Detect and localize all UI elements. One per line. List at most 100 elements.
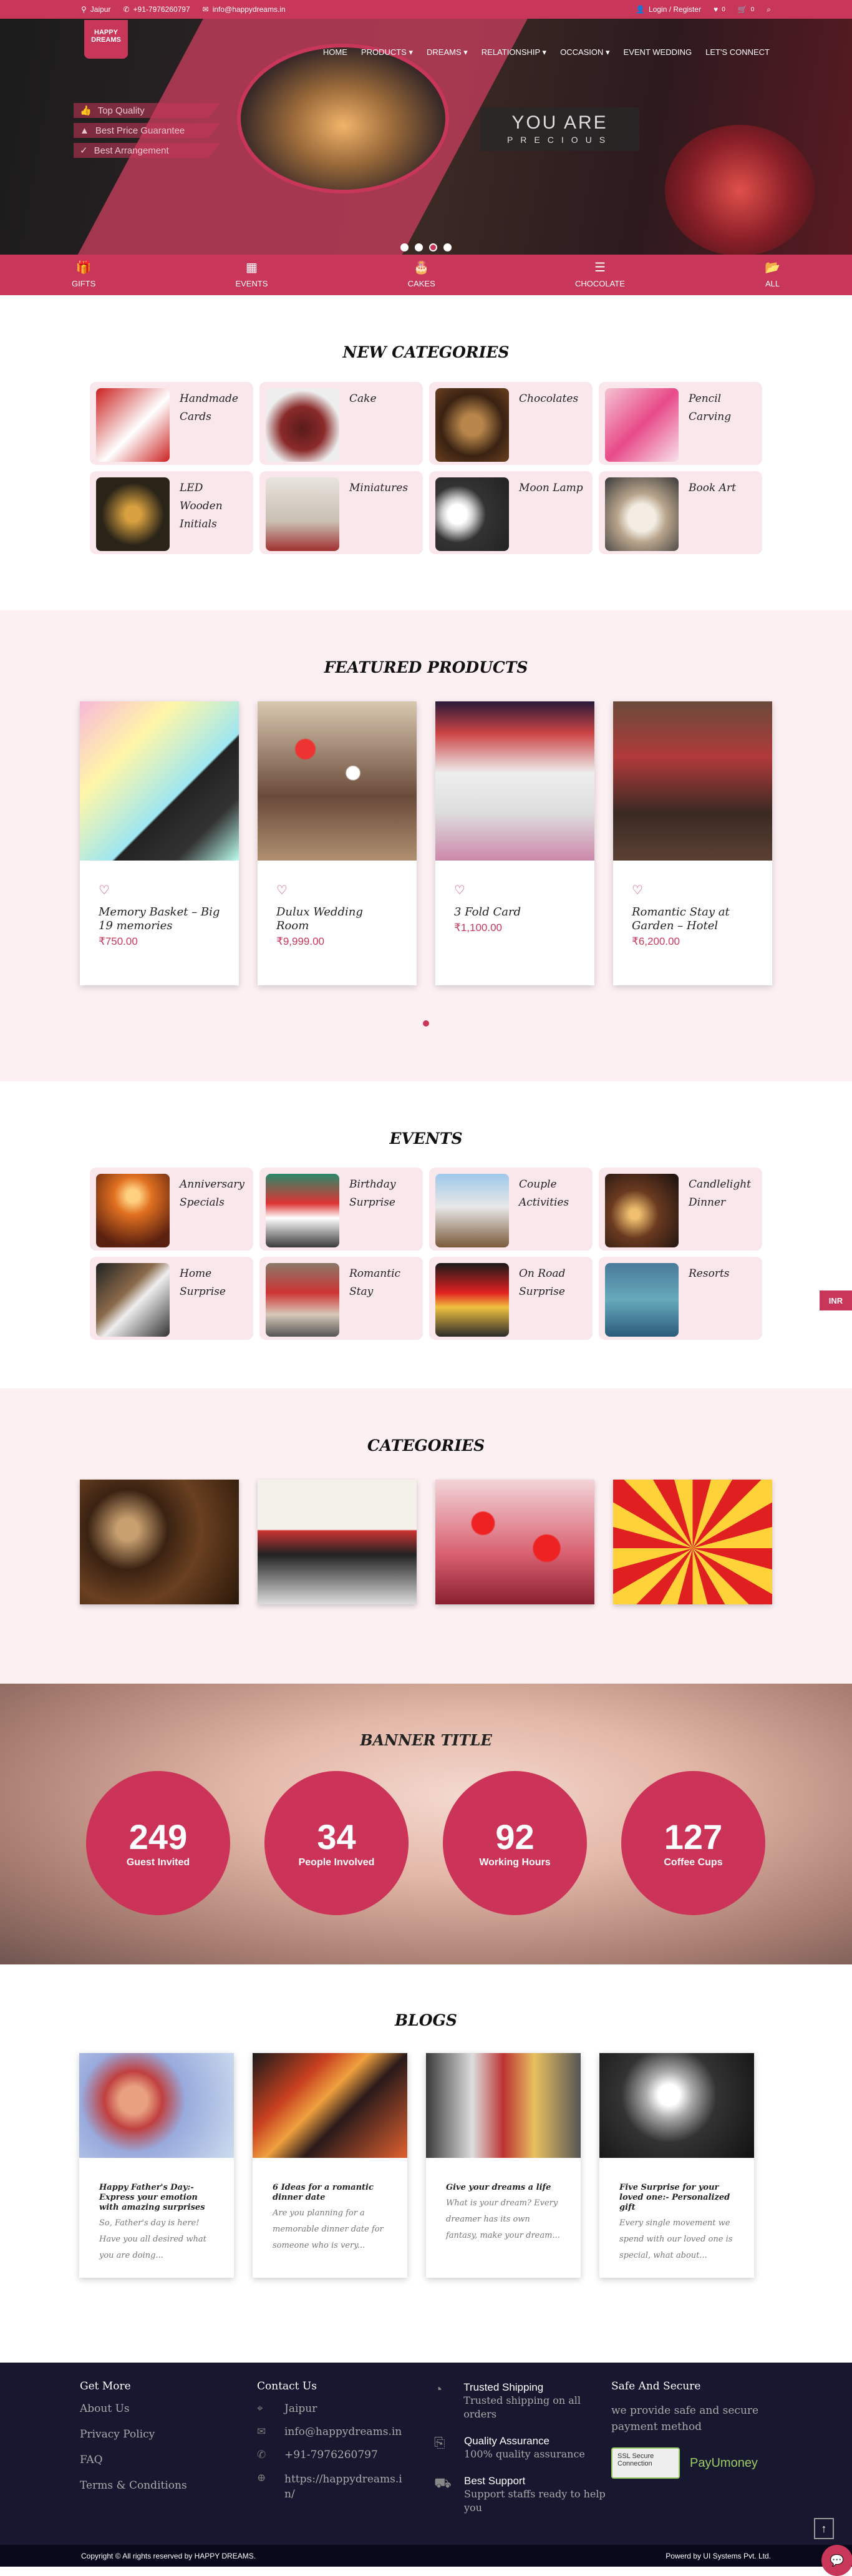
category-tile-balloons[interactable] [435,1480,594,1604]
nav-relationship[interactable]: RELATIONSHIP ▾ [482,47,546,57]
service-desc: Support staffs ready to help you [464,2488,606,2514]
product-image [613,701,772,861]
blog-image [79,2053,234,2158]
contact-phone[interactable]: +91-7976260797 [284,2449,378,2461]
event-card[interactable]: Candlelight Dinner [599,1168,762,1251]
category-name: Chocolates [519,393,579,405]
event-name: Birthday Surprise [349,1178,396,1209]
slider-dot[interactable] [415,243,423,251]
slider-dot[interactable] [400,243,409,251]
truck-icon: ⛟ [434,2475,452,2491]
category-card[interactable]: Chocolates [429,382,593,465]
map-pin-icon: ⚲ [81,5,87,14]
nav-relationship-label: RELATIONSHIP [481,47,540,57]
hero-slider[interactable]: HAPPY DREAMS HOME PRODUCTS ▾ DREAMS ▾ RE… [0,19,852,255]
category-tile-surprise[interactable] [613,1480,772,1604]
event-name: Candlelight Dinner [689,1178,752,1209]
blog-excerpt: What is your dream? Every dreamer has it… [446,2198,560,2240]
product-name: Romantic Stay at Garden – Hotel [632,905,730,932]
category-card[interactable]: Cake [259,382,423,465]
event-card[interactable]: Couple Activities [429,1168,593,1251]
copyright-text: Copyright © All rights reserved by HAPPY… [81,2551,256,2560]
nav-connect[interactable]: LET'S CONNECT [705,47,770,57]
category-card[interactable]: LED Wooden Initials [90,471,253,554]
counter-circle: 34 People Involved [264,1771,409,1915]
event-thumb [605,1174,679,1247]
category-card[interactable]: Miniatures [259,471,423,554]
footer-heading: Get More [80,2380,131,2393]
event-card[interactable]: Home Surprise [90,1257,253,1340]
nav-dreams[interactable]: DREAMS ▾ [427,47,468,57]
catbar-gifts[interactable]: 🎁 GIFTS [72,261,95,288]
event-card[interactable]: Romantic Stay [259,1257,423,1340]
nav-event-wedding[interactable]: EVENT WEDDING [624,47,692,57]
site-logo[interactable]: HAPPY DREAMS [84,20,128,59]
carousel-dot-active[interactable] [423,1020,429,1027]
email[interactable]: ✉ info@happydreams.in [203,5,286,14]
category-card[interactable]: Handmade Cards [90,382,253,465]
blog-card[interactable]: Happy Father's Day:- Express your emotio… [79,2053,234,2278]
event-card[interactable]: Anniversary Specials [90,1168,253,1251]
category-tile-photo-frame[interactable] [258,1480,417,1604]
product-price: ₹1,100.00 [454,922,502,934]
chat-button[interactable]: 💬 [821,2545,852,2576]
event-card[interactable]: On Road Surprise [429,1257,593,1340]
product-card[interactable]: ♡ Memory Basket – Big 19 memories ₹750.00 [80,701,239,985]
currency-switcher[interactable]: INR [820,1290,852,1310]
blog-excerpt: Are you planning for a memorable dinner … [273,2208,384,2250]
category-name: Cake [349,393,377,405]
blog-card[interactable]: Give your dreams a life What is your drea… [426,2053,581,2278]
product-image [258,701,417,861]
footer-contact: Contact Us ⌖ Jaipur ✉ info@happydreams.in … [257,2380,434,2545]
catbar-cakes[interactable]: 🎂 CAKES [408,261,435,288]
contact-email[interactable]: info@happydreams.in [284,2426,402,2438]
blog-image [599,2053,754,2158]
event-thumb [96,1174,170,1247]
slider-dot[interactable] [443,243,452,251]
event-card[interactable]: Birthday Surprise [259,1168,423,1251]
footer-link-about[interactable]: About Us [80,2403,257,2415]
nav-occasion[interactable]: OCCASION ▾ [560,47,609,57]
blog-card[interactable]: Five Surprise for your loved one:- Perso… [599,2053,754,2278]
cart-count: 0 [750,6,755,13]
catbar-all[interactable]: 📂 ALL [765,261,780,288]
wishlist-heart-icon[interactable]: ♡ [99,882,220,898]
search-button[interactable]: ⌕ [767,5,771,14]
event-name: Anniversary Specials [180,1178,244,1209]
wishlist-heart-icon[interactable]: ♡ [276,882,398,898]
check-icon: ✓ [80,145,88,156]
nav-products[interactable]: PRODUCTS ▾ [361,47,413,57]
email-text: info@happydreams.in [212,5,286,14]
event-name: Romantic Stay [349,1267,401,1298]
event-card[interactable]: Resorts [599,1257,762,1340]
footer-link-terms[interactable]: Terms & Conditions [80,2479,257,2492]
category-tile-chocolates[interactable] [80,1480,239,1604]
category-card[interactable]: Book Art [599,471,762,554]
slider-dot-active[interactable] [429,243,437,251]
catbar-chocolate[interactable]: ☰ CHOCOLATE [575,261,625,288]
cart-button[interactable]: 🛒 0 [738,5,755,14]
wishlist-heart-icon[interactable]: ♡ [632,882,753,898]
login-link[interactable]: 👤 Login / Register [636,5,701,14]
phone[interactable]: ✆ +91-7976260797 [123,5,190,14]
contact-web[interactable]: https://happydreams.in/ [284,2472,409,2502]
counter-circle: 249 Guest Invited [86,1771,230,1915]
wishlist-button[interactable]: ♥ 0 [714,5,725,14]
tagline-line-1: YOU ARE [511,112,608,133]
wishlist-heart-icon[interactable]: ♡ [454,882,576,898]
product-card[interactable]: ♡ 3 Fold Card ₹1,100.00 [435,701,594,985]
product-card[interactable]: ♡ Romantic Stay at Garden – Hotel ₹6,200.0… [613,701,772,985]
footer-link-privacy[interactable]: Privacy Policy [80,2428,257,2441]
product-card[interactable]: ♡ Dulux Wedding Room ₹9,999.00 [258,701,417,985]
chat-icon: 💬 [830,2554,845,2567]
category-card[interactable]: Pencil Carving [599,382,762,465]
nav-home[interactable]: HOME [323,47,347,57]
new-categories-section: NEW CATEGORIES Handmade Cards Cake Choco… [0,295,852,610]
category-card[interactable]: Moon Lamp [429,471,593,554]
service-title: Best Support [464,2475,526,2487]
back-to-top-button[interactable]: ↑ [814,2518,834,2539]
footer-link-faq[interactable]: FAQ [80,2454,257,2466]
blog-card[interactable]: 6 Ideas for a romantic dinner date Are yo… [253,2053,407,2278]
counter-value: 34 [317,1817,356,1856]
catbar-events[interactable]: ▦ EVENTS [235,261,268,288]
